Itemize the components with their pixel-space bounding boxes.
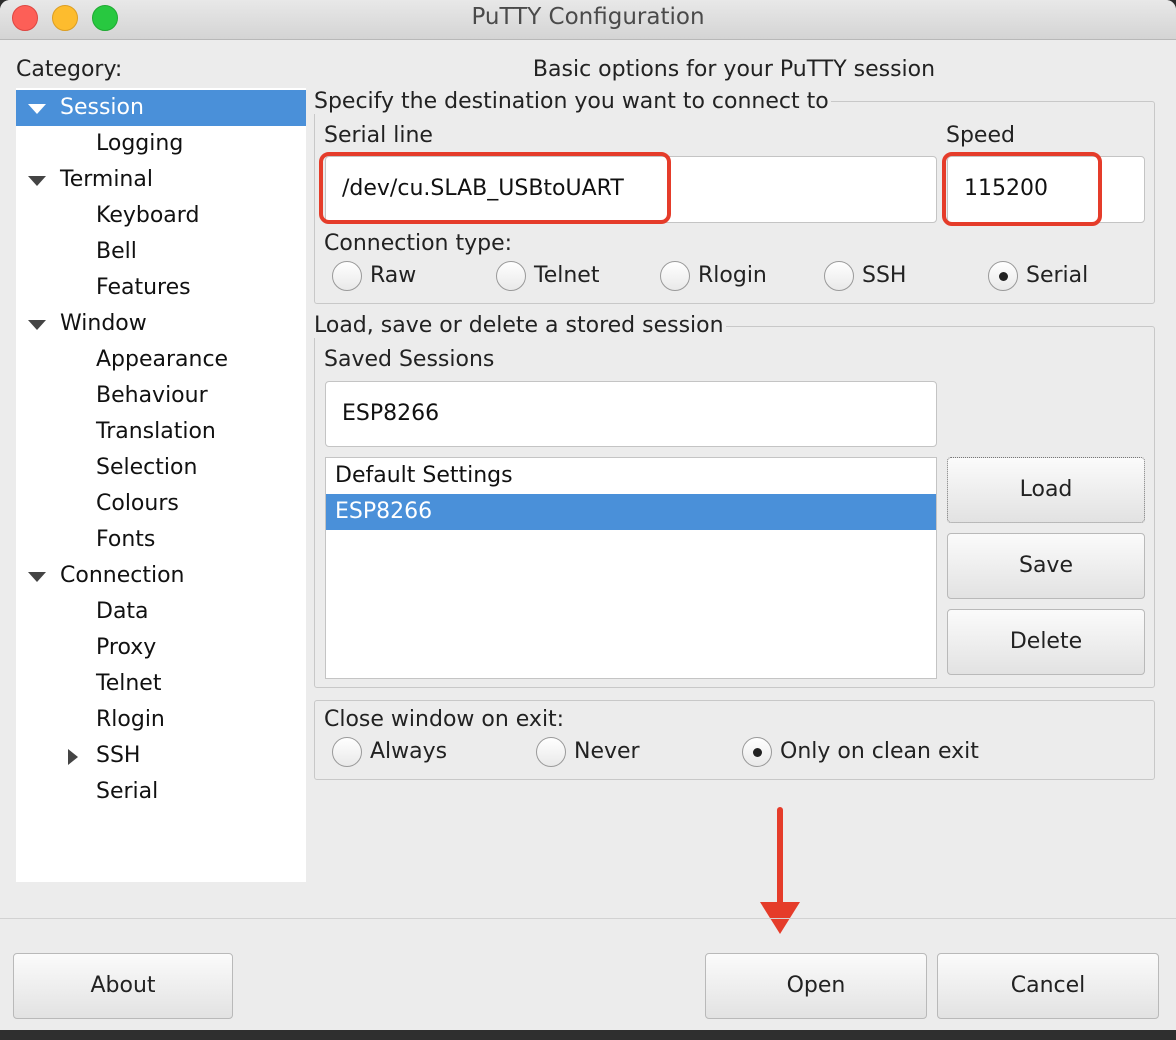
speed-label: Speed (946, 123, 1015, 148)
radio-circle[interactable] (496, 261, 526, 291)
expand-triangle-icon[interactable] (28, 176, 46, 186)
panel-heading: Basic options for your PuTTY session (532, 57, 936, 82)
tree-item-data[interactable]: Data (16, 594, 306, 630)
radio-circle[interactable] (660, 261, 690, 291)
list-item-selected[interactable]: ESP8266 (326, 494, 936, 530)
expand-triangle-icon[interactable] (28, 320, 46, 330)
tree-item-session[interactable]: Session (16, 90, 306, 126)
background-terminal-strip (0, 1030, 1176, 1040)
window-title: PuTTY Configuration (471, 4, 705, 30)
delete-button[interactable]: Delete (947, 609, 1145, 675)
tree-item-connection[interactable]: Connection (16, 558, 306, 594)
load-button[interactable]: Load (947, 457, 1145, 523)
radio-circle-selected[interactable] (988, 261, 1018, 291)
tree-item-telnet[interactable]: Telnet (16, 666, 306, 702)
expand-triangle-icon[interactable] (28, 104, 46, 114)
saved-sessions-list[interactable]: Default Settings ESP8266 (325, 457, 937, 679)
tree-item-terminal[interactable]: Terminal (16, 162, 306, 198)
close-on-exit-label: Close window on exit: (324, 707, 565, 732)
radio-circle[interactable] (536, 737, 566, 767)
tree-item-logging[interactable]: Logging (16, 126, 306, 162)
tree-item-ssh[interactable]: SSH (16, 738, 306, 774)
stored-session-group-title: Load, save or delete a stored session (314, 313, 726, 338)
open-button[interactable]: Open (705, 953, 927, 1019)
tree-item-window[interactable]: Window (16, 306, 306, 342)
radio-circle[interactable] (332, 261, 362, 291)
radio-circle-selected[interactable] (742, 737, 772, 767)
category-tree: Session Logging Terminal Keyboard Bell F… (16, 88, 306, 882)
list-item[interactable]: Default Settings (326, 458, 936, 494)
saved-session-name-input[interactable]: ESP8266 (325, 381, 937, 447)
putty-config-window: PuTTY Configuration Category: Session Lo… (0, 0, 1176, 1040)
speed-highlight-box (942, 152, 1102, 226)
tree-item-fonts[interactable]: Fonts (16, 522, 306, 558)
tree-item-selection[interactable]: Selection (16, 450, 306, 486)
serial-line-highlight-box (319, 152, 671, 224)
tree-item-colours[interactable]: Colours (16, 486, 306, 522)
save-button[interactable]: Save (947, 533, 1145, 599)
tree-item-keyboard[interactable]: Keyboard (16, 198, 306, 234)
radio-circle[interactable] (332, 737, 362, 767)
tree-item-translation[interactable]: Translation (16, 414, 306, 450)
title-bar: PuTTY Configuration (0, 0, 1176, 40)
expand-triangle-icon[interactable] (28, 572, 46, 582)
saved-sessions-label: Saved Sessions (324, 347, 495, 372)
tree-item-rlogin[interactable]: Rlogin (16, 702, 306, 738)
tree-item-behaviour[interactable]: Behaviour (16, 378, 306, 414)
cancel-button[interactable]: Cancel (937, 953, 1159, 1019)
serial-line-label: Serial line (324, 123, 433, 148)
about-button[interactable]: About (13, 953, 233, 1019)
connection-type-label: Connection type: (324, 231, 513, 256)
annotation-arrow-icon (760, 807, 800, 934)
tree-item-features[interactable]: Features (16, 270, 306, 306)
tree-item-bell[interactable]: Bell (16, 234, 306, 270)
destination-group-title: Specify the destination you want to conn… (314, 89, 831, 114)
category-label: Category: (16, 57, 123, 82)
footer-separator (0, 918, 1176, 919)
collapsed-triangle-icon[interactable] (68, 749, 78, 765)
tree-item-proxy[interactable]: Proxy (16, 630, 306, 666)
tree-item-serial[interactable]: Serial (16, 774, 306, 810)
tree-item-appearance[interactable]: Appearance (16, 342, 306, 378)
radio-circle[interactable] (824, 261, 854, 291)
